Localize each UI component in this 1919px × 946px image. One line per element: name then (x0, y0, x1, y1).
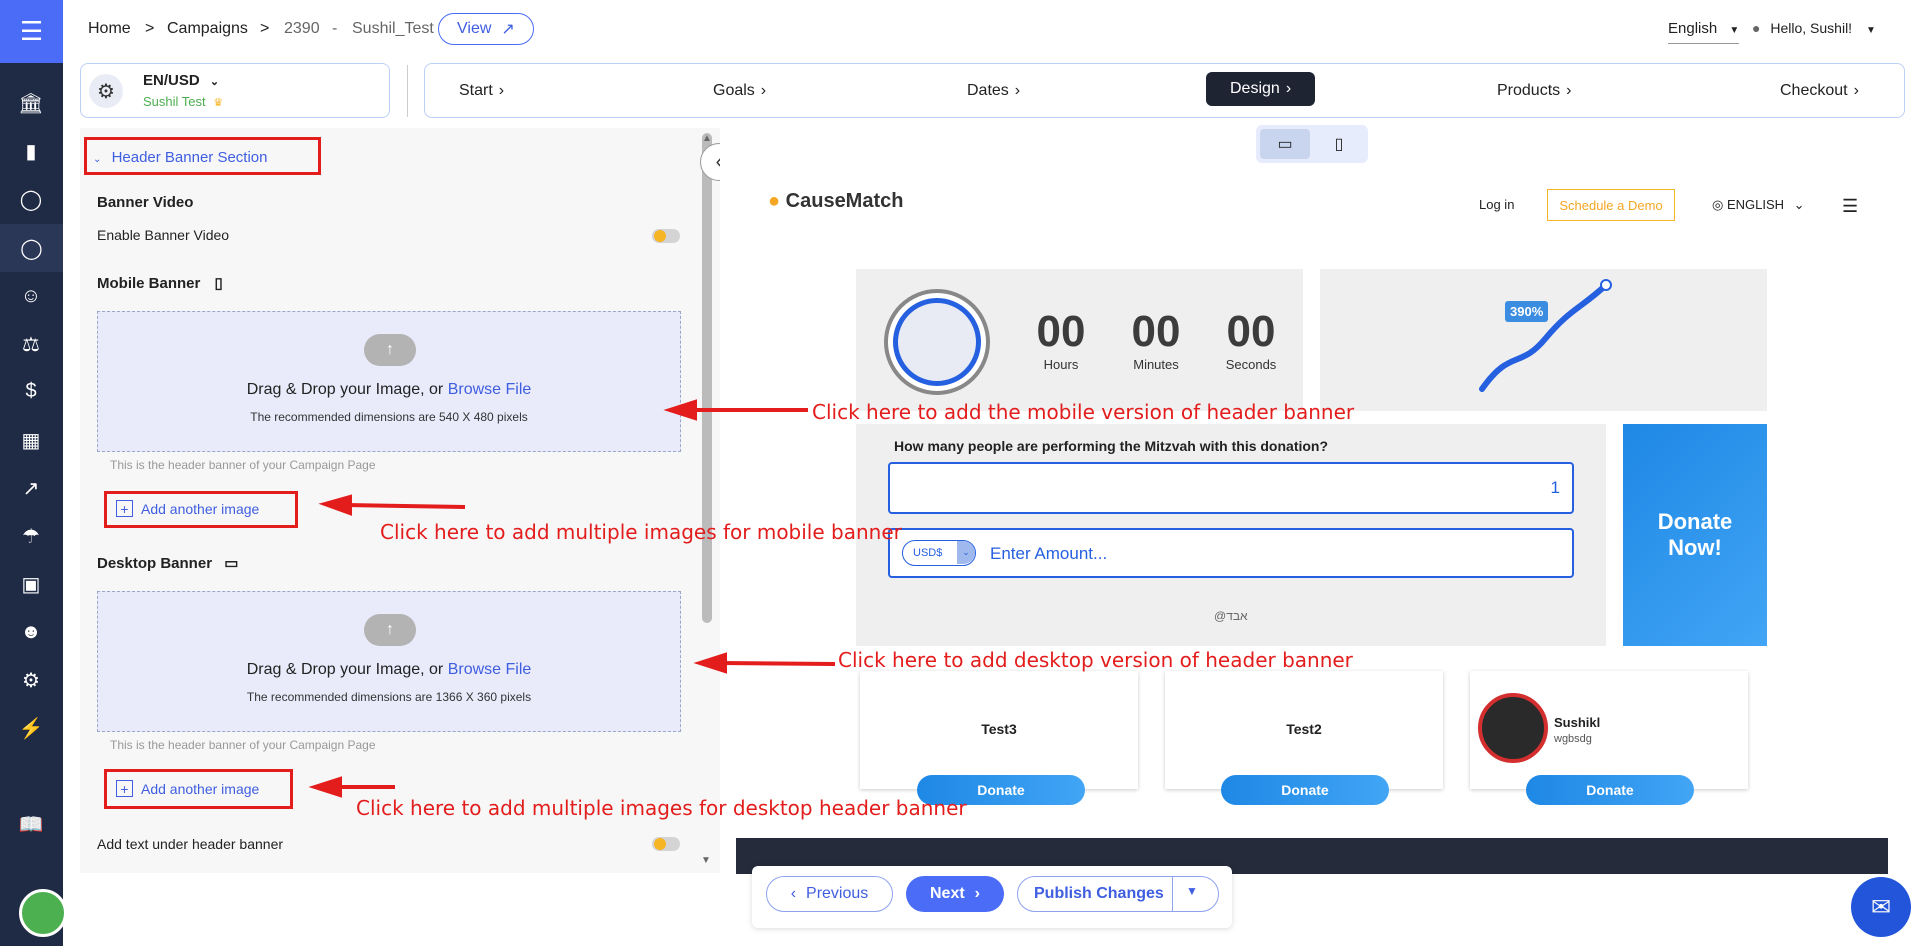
previous-button[interactable]: ‹ Previous (766, 876, 893, 912)
annotation-mobile-multiple: Click here to add multiple images for mo… (380, 520, 902, 544)
annotation-desktop-version: Click here to add desktop version of hea… (838, 648, 1353, 672)
annotation-mobile-version: Click here to add the mobile version of … (812, 400, 1355, 424)
chevron-right-icon: › (974, 885, 980, 902)
chat-icon[interactable]: ✉ (1851, 877, 1911, 937)
divider (1172, 877, 1173, 911)
publish-options-icon[interactable]: ▼ (1186, 884, 1198, 898)
annotation-desktop-multiple: Click here to add multiple images for de… (356, 796, 967, 820)
next-button[interactable]: Next › (906, 876, 1004, 912)
chevron-left-icon: ‹ (790, 885, 797, 902)
